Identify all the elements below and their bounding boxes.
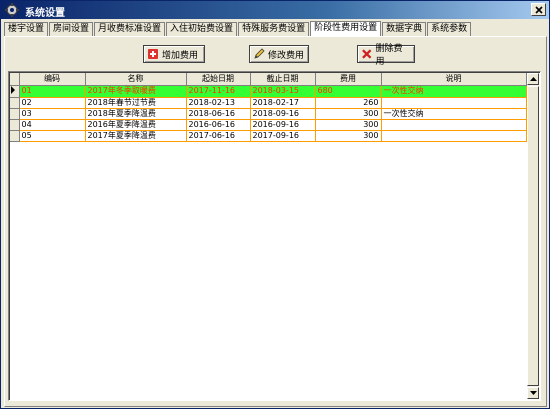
edit-fee-button[interactable]: 修改费用 <box>249 45 309 63</box>
close-button[interactable] <box>531 3 546 16</box>
scroll-up-button[interactable] <box>527 73 539 85</box>
gear-icon <box>5 3 19 17</box>
fee-grid[interactable]: 编码 名称 起始日期 截止日期 费用 说明 01 2017年冬季取暖费 2017… <box>8 71 541 401</box>
add-fee-button[interactable]: 增加费用 <box>143 45 205 63</box>
col-fee[interactable]: 费用 <box>315 73 382 86</box>
title-bar[interactable]: 系统设置 <box>1 1 549 19</box>
cell-name[interactable]: 2018年春节过节费 <box>85 97 187 109</box>
vertical-scrollbar[interactable] <box>527 73 539 399</box>
cell-note[interactable] <box>381 119 527 131</box>
add-fee-label: 增加费用 <box>162 50 199 61</box>
cell-note[interactable]: 一次性交纳 <box>381 85 527 98</box>
tab-periodic-fee[interactable]: 阶段性费用设置 <box>310 21 382 36</box>
tab-monthly-fee[interactable]: 月收费标准设置 <box>94 22 166 36</box>
cell-code[interactable]: 02 <box>19 97 86 109</box>
tab-room[interactable]: 房间设置 <box>49 22 94 36</box>
col-end-date[interactable]: 截止日期 <box>250 73 316 86</box>
tab-special-fee[interactable]: 特殊服务费设置 <box>238 22 310 36</box>
cell-name[interactable]: 2016年夏季降温费 <box>85 119 187 131</box>
table-row[interactable]: 05 2017年夏季降温费 2017-06-16 2017-09-16 300 <box>10 130 527 142</box>
cell-start[interactable]: 2017-11-16 <box>186 85 251 98</box>
tab-initial-fee[interactable]: 入住初始费设置 <box>166 22 238 36</box>
cell-fee[interactable]: 300 <box>315 130 382 142</box>
cell-code[interactable]: 01 <box>19 85 86 98</box>
row-pointer-icon <box>11 85 15 94</box>
col-start-date[interactable]: 起始日期 <box>186 73 251 86</box>
delete-fee-label: 删除费用 <box>375 44 403 67</box>
edit-fee-label: 修改费用 <box>268 50 305 61</box>
x-icon <box>362 49 372 59</box>
cell-end[interactable]: 2018-03-15 <box>250 85 316 98</box>
cell-fee[interactable]: 300 <box>315 108 382 120</box>
cell-end[interactable]: 2018-09-16 <box>250 108 316 120</box>
col-note[interactable]: 说明 <box>381 73 527 86</box>
cell-end[interactable]: 2018-02-17 <box>250 97 316 109</box>
scroll-thumb[interactable] <box>527 86 539 386</box>
cell-fee[interactable]: 680 <box>315 85 382 98</box>
cell-note[interactable] <box>381 130 527 142</box>
cell-fee[interactable]: 260 <box>315 97 382 109</box>
row-indicator <box>10 130 20 142</box>
tab-panel: 增加费用 修改费用 删除费用 编码 名称 起始日期 截止日期 费用 说明 01 … <box>4 36 547 407</box>
cell-name[interactable]: 2017年冬季取暖费 <box>85 85 187 98</box>
table-row[interactable]: 02 2018年春节过节费 2018-02-13 2018-02-17 260 <box>10 97 527 109</box>
tab-building[interactable]: 楼宇设置 <box>4 22 49 36</box>
window-title: 系统设置 <box>25 8 65 19</box>
tab-system-params[interactable]: 系统参数 <box>427 22 472 36</box>
table-row[interactable]: 03 2018年夏季降温费 2018-06-16 2018-09-16 300 … <box>10 108 527 120</box>
row-indicator <box>10 97 20 109</box>
plus-icon <box>148 49 158 59</box>
cell-end[interactable]: 2016-09-16 <box>250 119 316 131</box>
cell-end[interactable]: 2017-09-16 <box>250 130 316 142</box>
settings-window: 系统设置 楼宇设置 房间设置 月收费标准设置 入住初始费设置 特殊服务费设置 阶… <box>0 0 550 409</box>
tab-dictionary[interactable]: 数据字典 <box>382 22 427 36</box>
cell-start[interactable]: 2017-06-16 <box>186 130 251 142</box>
cell-name[interactable]: 2017年夏季降温费 <box>85 130 187 142</box>
scroll-down-button[interactable] <box>527 387 539 399</box>
fee-table: 编码 名称 起始日期 截止日期 费用 说明 01 2017年冬季取暖费 2017… <box>10 73 527 142</box>
row-indicator <box>10 85 20 98</box>
cell-fee[interactable]: 300 <box>315 119 382 131</box>
tab-strip: 楼宇设置 房间设置 月收费标准设置 入住初始费设置 特殊服务费设置 阶段性费用设… <box>4 21 472 36</box>
cell-note[interactable]: 一次性交纳 <box>381 108 527 120</box>
row-indicator <box>10 119 20 131</box>
cell-code[interactable]: 04 <box>19 119 86 131</box>
arrow-up-icon <box>529 77 537 81</box>
pencil-icon <box>254 48 265 59</box>
cell-start[interactable]: 2018-02-13 <box>186 97 251 109</box>
header-row: 编码 名称 起始日期 截止日期 费用 说明 <box>10 73 527 86</box>
cell-code[interactable]: 03 <box>19 108 86 120</box>
cell-start[interactable]: 2018-06-16 <box>186 108 251 120</box>
row-indicator <box>10 108 20 120</box>
cell-name[interactable]: 2018年夏季降温费 <box>85 108 187 120</box>
col-name[interactable]: 名称 <box>85 73 187 86</box>
cell-note[interactable] <box>381 97 527 109</box>
close-icon <box>534 5 543 14</box>
cell-start[interactable]: 2016-06-16 <box>186 119 251 131</box>
delete-fee-button[interactable]: 删除费用 <box>357 44 415 67</box>
table-row[interactable]: 04 2016年夏季降温费 2016-06-16 2016-09-16 300 <box>10 119 527 131</box>
col-code[interactable]: 编码 <box>19 73 86 86</box>
cell-code[interactable]: 05 <box>19 130 86 142</box>
arrow-down-icon <box>529 391 537 395</box>
table-row[interactable]: 01 2017年冬季取暖费 2017-11-16 2018-03-15 680 … <box>10 85 527 98</box>
indicator-header <box>10 73 20 86</box>
